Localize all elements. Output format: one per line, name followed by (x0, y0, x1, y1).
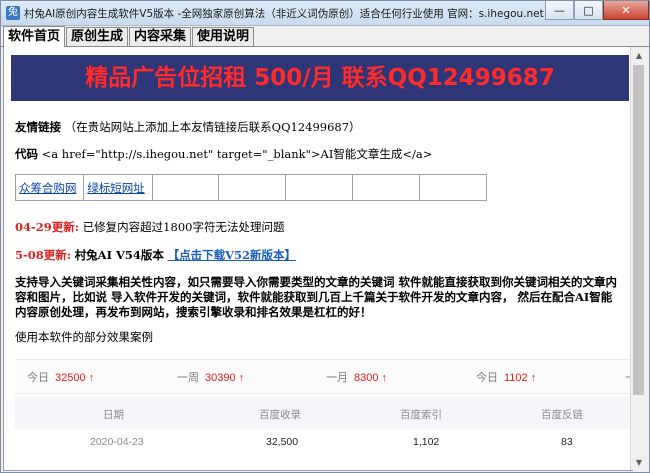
stat-value: 32500 (55, 372, 86, 384)
stat-value: 30390 (205, 372, 236, 384)
update-text: 已修复内容超过1800字符无法处理问题 (82, 220, 285, 234)
friend-link-cell (419, 174, 487, 201)
download-link[interactable]: 【点击下载V52新版本】 (168, 248, 296, 262)
table-cell-date: 2020-04-23 (90, 436, 144, 448)
stat-today-index: 今日 32500 ↑ (27, 369, 94, 385)
tab-home[interactable]: 软件首页 (3, 26, 66, 47)
tab-original-generate[interactable]: 原创生成 (66, 27, 129, 46)
tab-content-collect[interactable]: 内容采集 (129, 27, 192, 46)
stat-value: 1102 (504, 372, 528, 384)
friend-link-cell (218, 174, 287, 201)
update-date: 5-08更新: (15, 248, 72, 262)
column-header-baidu-index: 百度索引 (400, 409, 442, 421)
cases-title: 使用本软件的部分效果案例 (15, 330, 153, 344)
table-row: 2020-04-23 32,500 1,102 83 (15, 431, 632, 455)
vertical-scrollbar[interactable]: ▲ ▼ (630, 47, 647, 470)
code-snippet: <a href="http://s.ihegou.net" target="_b… (41, 147, 433, 161)
tab-bar: 软件首页 原创生成 内容采集 使用说明 (1, 26, 649, 47)
update-line-2: 5-08更新: 村兔AI V54版本 【点击下载V52新版本】 (15, 247, 296, 263)
home-content: 精品广告位招租 500/月 联系QQ12499687 友情链接 （在贵站网站上添… (3, 47, 633, 471)
stat-today-links: 今日 1102 ↑ (476, 369, 536, 385)
stats-bar: 今日32500↑ 一周30390↑ 一月8300↑ 今日1102↑ 一 (15, 359, 632, 394)
window-controls: — □ ✕ (545, 1, 649, 21)
friend-links-table: 众筹合购网 绿标短网址 (14, 174, 487, 201)
maximize-button[interactable]: □ (574, 1, 603, 20)
update-line-1: 04-29更新: 已修复内容超过1800字符无法处理问题 (15, 219, 284, 235)
table-cell-index: 1,102 (413, 436, 440, 448)
app-icon: 兔 (6, 6, 20, 20)
stat-label: 一月 (326, 372, 348, 384)
stat-month: 一月 8300 ↑ (326, 369, 387, 385)
arrow-up-icon: ↑ (530, 372, 537, 384)
arrow-up-icon: ↑ (381, 372, 387, 384)
friend-link-cell[interactable]: 绿标短网址 (83, 174, 153, 201)
stat-label: 一周 (177, 372, 199, 384)
window-title: 村兔AI原创内容生成软件V5版本 -全网独家原创算法（非近义词伪原创）适合任何行… (24, 7, 545, 20)
arrow-up-icon: ↑ (238, 372, 245, 384)
stat-week: 一周 30390 ↑ (177, 369, 244, 385)
code-line: 代码 <a href="http://s.ihegou.net" target=… (15, 146, 432, 162)
column-header-baidu-backlinks: 百度反链 (541, 409, 583, 421)
table-cell-indexed: 32,500 (266, 436, 299, 448)
description-paragraph: 支持导入关键词采集相关性内容，如只需要导入你需要类型的文章的关键词 软件就能直接… (15, 275, 617, 319)
scroll-down-icon[interactable]: ▼ (631, 454, 647, 470)
scrollbar-thumb[interactable] (633, 65, 644, 395)
friend-links-note: （在贵站网站上添加上本友情链接后联系QQ12499687） (64, 120, 361, 134)
update-text: 村兔AI V54版本 (74, 248, 164, 262)
stat-label: 今日 (476, 372, 498, 384)
friend-link-cell (352, 174, 421, 201)
ad-banner[interactable]: 精品广告位招租 500/月 联系QQ12499687 (11, 55, 629, 101)
tab-instructions[interactable]: 使用说明 (192, 27, 255, 46)
friend-links-label: 友情链接 (15, 120, 61, 134)
friend-link-cell (285, 174, 354, 201)
minimize-button[interactable]: — (545, 1, 574, 20)
table-cell-backlinks: 83 (561, 436, 573, 448)
stat-value: 8300 (354, 372, 379, 384)
friend-link-cell[interactable]: 众筹合购网 (14, 174, 85, 201)
column-header-date: 日期 (103, 409, 124, 421)
column-header-baidu-indexed: 百度收录 (259, 409, 301, 421)
stat-label: 今日 (27, 372, 49, 384)
app-window: 兔 村兔AI原创内容生成软件V5版本 -全网独家原创算法（非近义词伪原创）适合任… (0, 0, 650, 473)
scroll-up-icon[interactable]: ▲ (631, 47, 647, 63)
close-button[interactable]: ✕ (603, 1, 649, 20)
friend-link-short-url[interactable]: 绿标短网址 (87, 181, 145, 195)
code-label: 代码 (15, 147, 38, 161)
update-date: 04-29更新: (15, 220, 80, 234)
table-header: 日期 百度收录 百度索引 百度反链 (15, 397, 632, 429)
arrow-up-icon: ↑ (88, 372, 95, 384)
friend-links-line: 友情链接 （在贵站网站上添加上本友情链接后联系QQ12499687） (15, 119, 361, 135)
title-bar[interactable]: 兔 村兔AI原创内容生成软件V5版本 -全网独家原创算法（非近义词伪原创）适合任… (1, 1, 649, 26)
friend-link-cell (151, 174, 220, 201)
friend-link-zhongchou[interactable]: 众筹合购网 (19, 181, 77, 195)
